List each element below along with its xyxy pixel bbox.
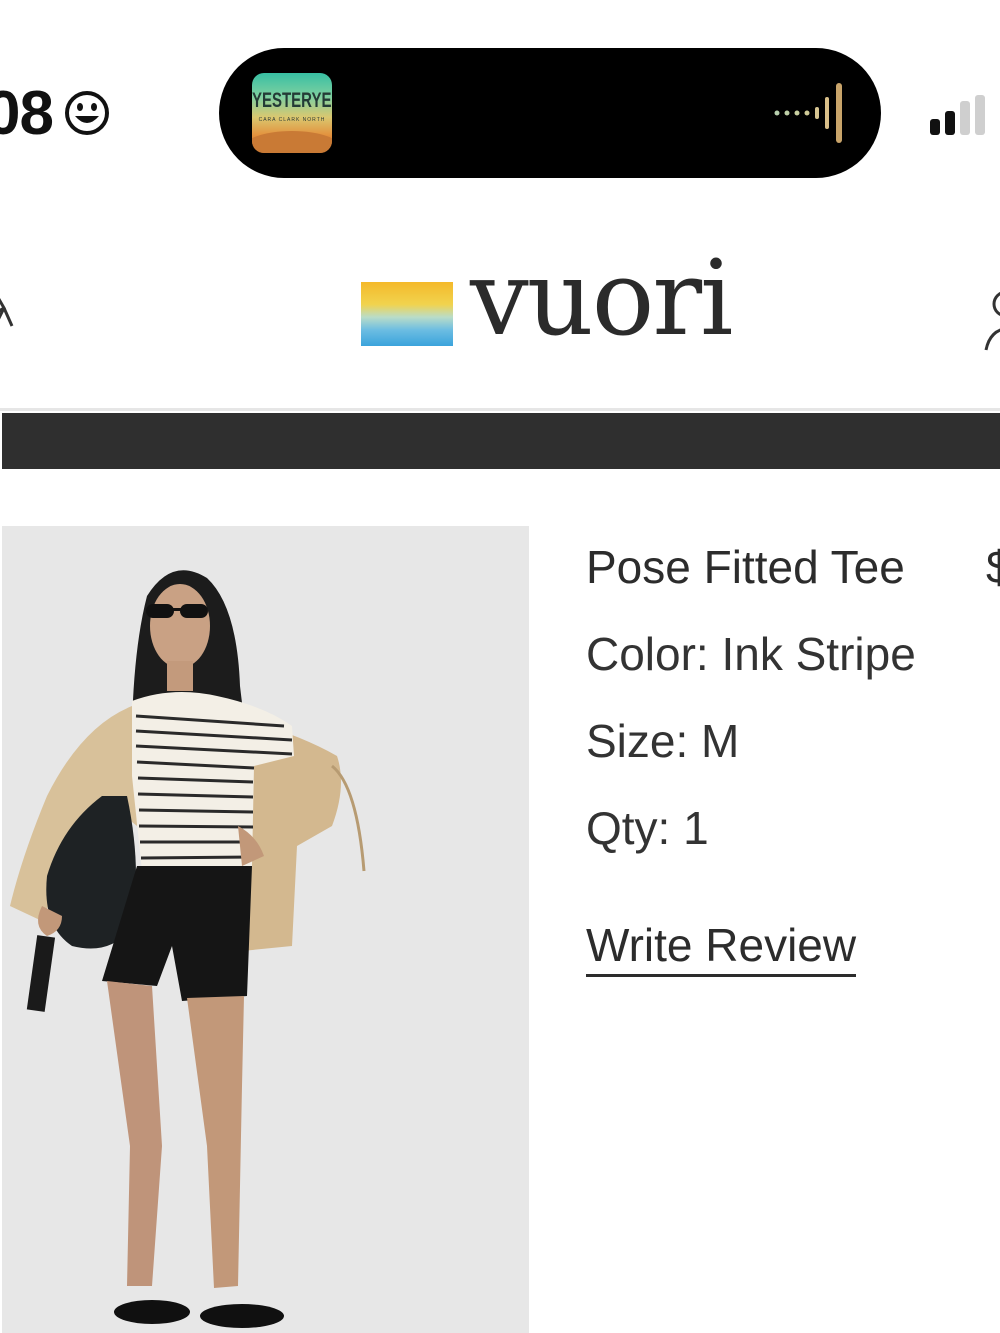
model-illustration — [10, 570, 366, 1328]
product-image[interactable] — [2, 526, 529, 1333]
dynamic-island[interactable]: YESTERYEAR CARA CLARK NORTH — [219, 48, 881, 178]
album-title: YESTERYEAR — [252, 88, 332, 113]
smiley-icon — [65, 91, 109, 135]
promo-bar[interactable] — [2, 413, 1000, 469]
product-size: Size: M — [586, 715, 740, 767]
album-art[interactable]: YESTERYEAR CARA CLARK NORTH — [252, 73, 332, 153]
header-divider — [0, 408, 1000, 411]
sound-wave-icon — [774, 83, 842, 143]
write-review-link[interactable]: Write Review — [586, 918, 857, 977]
cellular-signal-icon — [930, 95, 985, 135]
menu-icon[interactable] — [0, 286, 20, 348]
status-time: 08 — [0, 79, 54, 148]
album-art-hill — [252, 131, 332, 153]
product-name[interactable]: Pose Fitted Tee — [586, 540, 905, 594]
product-price: $ — [986, 541, 1000, 593]
album-subtitle: CARA CLARK NORTH — [258, 117, 326, 123]
product-qty: Qty: 1 — [586, 802, 709, 854]
logo-wordmark[interactable]: vuori — [470, 246, 733, 350]
product-color: Color: Ink Stripe — [586, 628, 916, 680]
account-icon[interactable] — [984, 290, 1000, 352]
logo-mark-icon[interactable] — [361, 282, 453, 346]
